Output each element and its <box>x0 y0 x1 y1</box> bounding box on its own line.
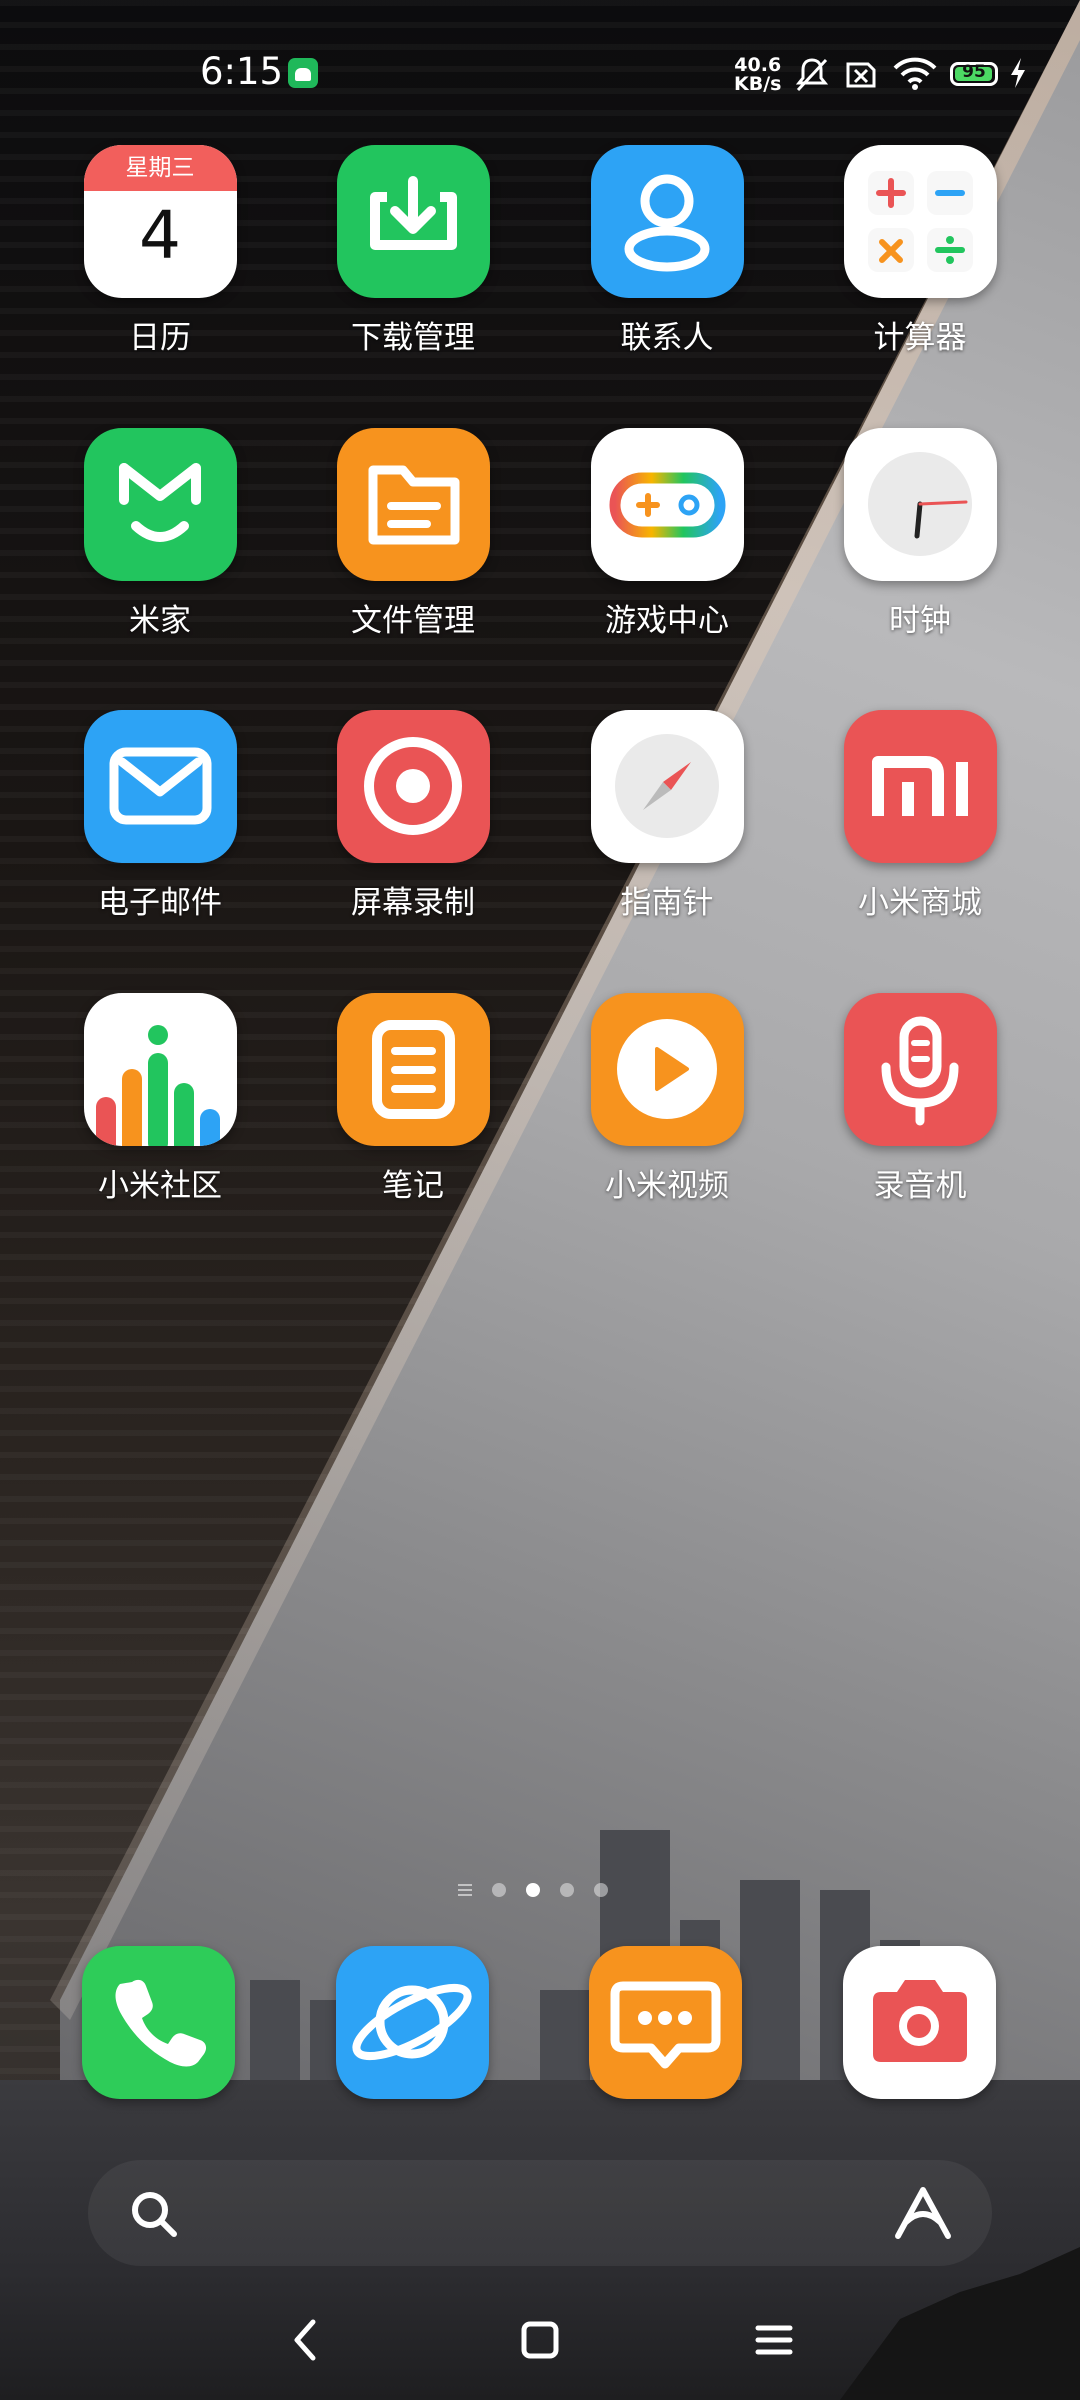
recorder-icon <box>843 993 997 1146</box>
mi-store-icon <box>843 710 997 863</box>
search-icon[interactable] <box>128 2188 180 2240</box>
app-label: 联系人 <box>620 320 714 356</box>
email-icon <box>83 710 237 863</box>
page-dot[interactable] <box>560 1883 574 1897</box>
home-button[interactable] <box>510 2310 570 2370</box>
back-icon <box>294 2319 316 2361</box>
recents-icon <box>755 2325 793 2355</box>
app-file-manager[interactable]: 文件管理 <box>298 428 528 640</box>
calendar-day: 4 <box>139 197 181 274</box>
back-button[interactable] <box>277 2310 337 2370</box>
compass-icon <box>590 710 744 863</box>
messages-icon <box>610 1981 721 2069</box>
notes-icon <box>336 993 490 1146</box>
mute-bell-icon <box>795 58 829 92</box>
app-calendar[interactable]: 星期三 4 日历 <box>45 145 275 357</box>
page-dot[interactable] <box>594 1883 608 1897</box>
contacts-icon <box>590 145 744 298</box>
app-mi-community[interactable]: 小米社区 <box>45 993 275 1205</box>
phone-icon <box>115 1979 207 2067</box>
app-email[interactable]: 电子邮件 <box>45 710 275 922</box>
app-label: 屏幕录制 <box>351 885 475 921</box>
file-manager-icon <box>336 428 490 581</box>
app-mi-store[interactable]: 小米商城 <box>805 710 1035 922</box>
app-label: 计算器 <box>873 320 967 356</box>
download-icon <box>336 145 490 298</box>
dock-browser[interactable] <box>336 1946 489 2099</box>
android-notification-icon <box>288 58 318 88</box>
app-label: 游戏中心 <box>605 603 729 639</box>
page-dot[interactable] <box>492 1883 506 1897</box>
calendar-icon: 星期三 4 <box>83 145 237 298</box>
mijia-icon <box>83 428 237 581</box>
app-label: 小米商城 <box>858 885 982 921</box>
dock-phone[interactable] <box>82 1946 235 2099</box>
app-compass[interactable]: 指南针 <box>552 710 782 922</box>
search-bar[interactable] <box>88 2160 992 2266</box>
game-center-icon <box>590 428 744 581</box>
screen-record-icon <box>336 710 490 863</box>
network-speed: 40.6 KB/s <box>734 56 781 94</box>
app-contacts[interactable]: 联系人 <box>552 145 782 357</box>
browser-icon <box>352 1983 472 2061</box>
dock-messages[interactable] <box>589 1946 742 2099</box>
app-recorder[interactable]: 录音机 <box>805 993 1035 1205</box>
page-dot-active[interactable] <box>526 1883 540 1897</box>
app-label: 指南针 <box>620 885 714 921</box>
home-icon <box>521 2321 559 2359</box>
no-sim-icon <box>846 62 876 88</box>
app-label: 小米视频 <box>605 1168 729 1204</box>
calendar-weekday: 星期三 <box>83 145 237 191</box>
charging-bolt-icon <box>1011 58 1025 88</box>
app-label: 日历 <box>129 320 191 356</box>
app-label: 时钟 <box>889 603 951 639</box>
assistant-icon[interactable] <box>892 2184 954 2242</box>
clock-icon <box>843 428 997 581</box>
app-screen-recorder[interactable]: 屏幕录制 <box>298 710 528 922</box>
app-game-center[interactable]: 游戏中心 <box>552 428 782 640</box>
mi-community-icon <box>83 993 237 1146</box>
mi-video-icon <box>590 993 744 1146</box>
app-label: 米家 <box>129 603 191 639</box>
calculator-icon <box>843 145 997 298</box>
app-notes[interactable]: 笔记 <box>298 993 528 1205</box>
wifi-icon <box>893 57 937 90</box>
recents-button[interactable] <box>744 2310 804 2370</box>
page-indicator[interactable] <box>458 1880 608 1900</box>
status-time: 6:15 <box>200 50 284 93</box>
app-mijia[interactable]: 米家 <box>45 428 275 640</box>
app-label: 电子邮件 <box>98 885 222 921</box>
app-calculator[interactable]: 计算器 <box>805 145 1035 357</box>
page-indicator-menu-icon[interactable] <box>458 1884 472 1896</box>
app-clock[interactable]: 时钟 <box>805 428 1035 640</box>
app-mi-video[interactable]: 小米视频 <box>552 993 782 1205</box>
app-label: 下载管理 <box>351 320 475 356</box>
app-label: 录音机 <box>873 1168 967 1204</box>
network-speed-unit: KB/s <box>734 73 782 95</box>
app-label: 小米社区 <box>98 1168 222 1204</box>
dock-camera[interactable] <box>843 1946 996 2099</box>
app-download-manager[interactable]: 下载管理 <box>298 145 528 357</box>
app-label: 文件管理 <box>351 603 475 639</box>
camera-icon <box>873 1980 967 2062</box>
battery-icon: 95 <box>950 62 998 86</box>
app-label: 笔记 <box>382 1168 444 1204</box>
status-bar: 6:15 40.6 KB/s 95 <box>0 0 1080 150</box>
battery-level-text: 95 <box>962 62 986 82</box>
